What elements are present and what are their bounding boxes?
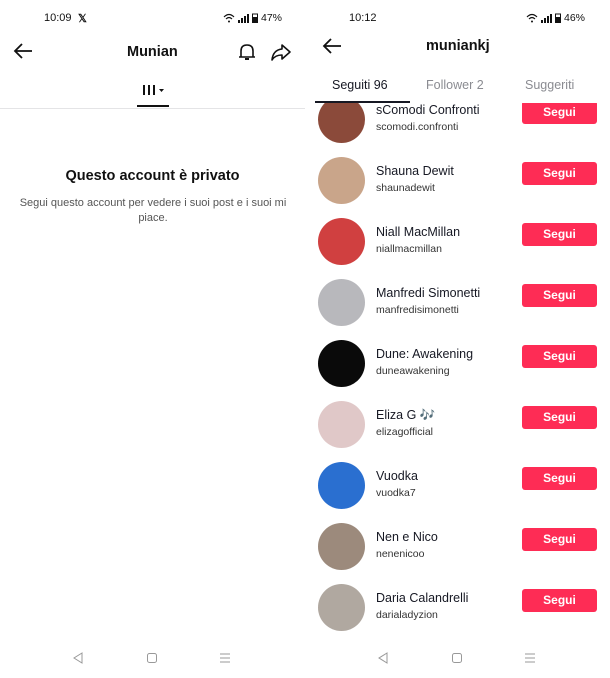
- follow-button[interactable]: Segui: [522, 467, 597, 490]
- private-profile-screen: 10:09 𝕏 47% Munian Questo account è priv…: [0, 0, 305, 678]
- follow-button[interactable]: Segui: [522, 528, 597, 551]
- battery-percent: 46%: [564, 12, 586, 24]
- nav-recents-icon[interactable]: [524, 652, 536, 664]
- avatar[interactable]: [318, 584, 365, 631]
- share-arrow-icon: [271, 44, 291, 61]
- follow-button[interactable]: Segui: [522, 406, 597, 429]
- user-display-name: Daria Calandrelli: [376, 591, 469, 605]
- nav-home-icon[interactable]: [451, 652, 463, 664]
- tab-indicator: [137, 105, 169, 107]
- profile-title: Munian: [127, 44, 178, 60]
- tab-followers[interactable]: Follower 2: [426, 78, 484, 92]
- tab-suggested[interactable]: Suggeriti: [525, 78, 574, 92]
- list-item[interactable]: Eliza G 🎶 elizagofficial Segui: [305, 394, 610, 455]
- user-handle: shaunadewit: [376, 182, 435, 194]
- status-time: 10:12: [349, 12, 377, 24]
- list-item[interactable]: Shauna Dewit shaunadewit Segui: [305, 150, 610, 211]
- signal-icon: [541, 13, 552, 23]
- following-list: sComodi Confronti scomodi.confronti Segui S…: [305, 103, 610, 643]
- nav-home-icon[interactable]: [146, 652, 158, 664]
- list-item[interactable]: sComodi Confronti scomodi.confronti Segui: [305, 103, 610, 150]
- divider: [0, 108, 305, 109]
- status-indicators: 46%: [526, 12, 585, 24]
- list-item[interactable]: Niall MacMillan niallmacmillan Segui: [305, 211, 610, 272]
- nav-back-icon[interactable]: [72, 652, 84, 664]
- tab-following[interactable]: Seguiti 96: [332, 78, 388, 92]
- avatar[interactable]: [318, 340, 365, 387]
- follow-button[interactable]: Segui: [522, 103, 597, 124]
- user-display-name: sComodi Confronti: [376, 103, 480, 117]
- battery-percent: 47%: [261, 12, 283, 24]
- avatar[interactable]: [318, 523, 365, 570]
- arrow-left-icon: [322, 38, 341, 54]
- user-display-name: Eliza G 🎶: [376, 408, 436, 422]
- avatar[interactable]: [318, 462, 365, 509]
- list-item[interactable]: Nen e Nico nenenicoo Segui: [305, 516, 610, 577]
- wifi-icon: [223, 13, 235, 23]
- x-logo-icon: 𝕏: [78, 13, 87, 25]
- follow-button[interactable]: Segui: [522, 284, 597, 307]
- follow-tabs: Seguiti 96 Follower 2 Suggeriti: [305, 76, 610, 104]
- user-display-name: Vuodka: [376, 469, 418, 483]
- list-item[interactable]: Dune: Awakening duneawakening Segui: [305, 333, 610, 394]
- list-item[interactable]: Daria Calandrelli darialadyzion Segui: [305, 577, 610, 638]
- user-display-name: Nen e Nico: [376, 530, 438, 544]
- signal-icon: [238, 13, 249, 23]
- user-handle: niallmacmillan: [376, 243, 442, 255]
- follow-button[interactable]: Segui: [522, 345, 597, 368]
- bell-icon: [239, 44, 255, 60]
- user-handle: nenenicoo: [376, 548, 425, 560]
- username-title: muniankj: [426, 38, 490, 54]
- follow-button[interactable]: Segui: [522, 162, 597, 185]
- user-handle: manfredisimonetti: [376, 304, 459, 316]
- notifications-button[interactable]: [237, 42, 257, 67]
- share-button[interactable]: [270, 42, 292, 67]
- user-handle: scomodi.confronti: [376, 121, 459, 133]
- nav-back-icon[interactable]: [377, 652, 389, 664]
- grid-bars-icon: [143, 85, 164, 95]
- user-display-name: Shauna Dewit: [376, 164, 454, 178]
- avatar[interactable]: [318, 157, 365, 204]
- wifi-icon: [526, 13, 538, 23]
- avatar[interactable]: [318, 279, 365, 326]
- user-display-name: Manfredi Simonetti: [376, 286, 481, 300]
- back-button[interactable]: [322, 37, 342, 60]
- user-handle: darialadyzion: [376, 609, 438, 621]
- battery-icon: [252, 13, 258, 23]
- user-handle: vuodka7: [376, 487, 416, 499]
- status-indicators: 47%: [223, 12, 282, 24]
- list-item[interactable]: Vuodka vuodka7 Segui: [305, 455, 610, 516]
- avatar[interactable]: [318, 401, 365, 448]
- battery-icon: [555, 13, 561, 23]
- user-display-name: Niall MacMillan: [376, 225, 461, 239]
- avatar[interactable]: [318, 103, 365, 143]
- user-handle: elizagofficial: [376, 426, 434, 438]
- follow-button[interactable]: Segui: [522, 589, 597, 612]
- user-handle: duneawakening: [376, 365, 450, 377]
- system-navbar: [0, 648, 305, 672]
- follow-button[interactable]: Segui: [522, 223, 597, 246]
- back-button[interactable]: [13, 42, 33, 65]
- system-navbar: [305, 648, 610, 672]
- arrow-left-icon: [13, 43, 32, 59]
- nav-recents-icon[interactable]: [219, 652, 231, 664]
- private-account-title: Questo account è privato: [65, 168, 240, 184]
- status-time: 10:09: [44, 12, 72, 24]
- private-account-description: Segui questo account per vedere i suoi p…: [19, 197, 287, 224]
- grid-tab[interactable]: [137, 82, 169, 108]
- list-item[interactable]: Manfredi Simonetti manfredisimonetti Segui: [305, 272, 610, 333]
- following-list-screen: 10:12 46% muniankj Seguiti 96 Follower 2…: [305, 0, 610, 678]
- avatar[interactable]: [318, 218, 365, 265]
- user-display-name: Dune: Awakening: [376, 347, 474, 361]
